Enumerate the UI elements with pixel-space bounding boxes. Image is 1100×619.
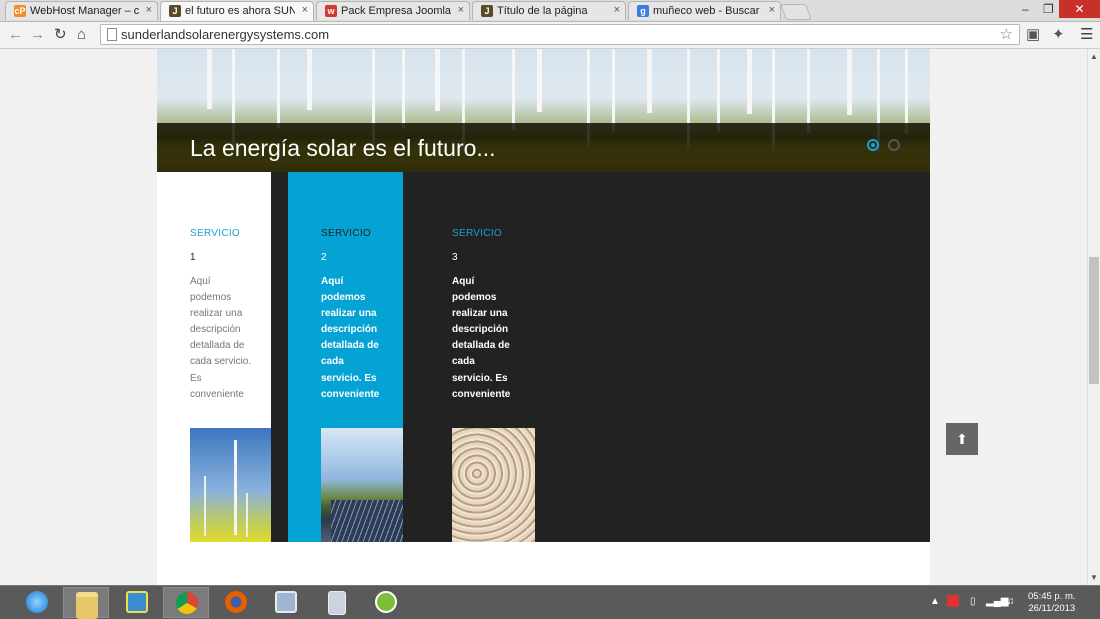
service-number: 1	[190, 252, 196, 263]
service-description: Aquí podemos realizar una descripción de…	[452, 276, 511, 400]
service-title: SERVICIO	[321, 228, 372, 239]
wind-turbines-photo	[190, 428, 271, 542]
service-description: Aquí podemos realizar una descripción de…	[190, 276, 252, 400]
remote-desktop-icon[interactable]	[263, 587, 309, 618]
service-description: Aquí podemos realizar una descripción de…	[321, 276, 380, 400]
browser-toolbar: ← → ↻ ⌂ sunderlandsolarenergysystems.com…	[0, 22, 1100, 49]
solar-panels-photo	[321, 428, 403, 542]
wind-turbine-tower	[807, 49, 810, 133]
tab-title: Título de la página	[497, 5, 588, 17]
tab-titulo-pagina[interactable]: J Título de la página ×	[472, 1, 626, 20]
wind-turbine-tower	[537, 49, 542, 112]
tab-pack-empresa[interactable]: w Pack Empresa Joomla - Hc ×	[316, 1, 470, 20]
tab-title: Pack Empresa Joomla - Hc	[341, 5, 451, 17]
taskbar: ▲ ▯ ▂▄▆ ♫ 05:45 p. m. 26/11/2013	[0, 585, 1100, 619]
page-content: La energía solar es el futuro... SERVICI…	[157, 49, 930, 585]
wind-turbine-tower	[647, 49, 652, 113]
page-scrollbar[interactable]: ▲ ▼	[1087, 49, 1100, 585]
service-item-1[interactable]: SERVICIO 1 Aquí podemos realizar una des…	[190, 172, 271, 542]
joomla-icon: J	[169, 5, 181, 17]
new-tab-button[interactable]	[780, 4, 812, 20]
clock[interactable]: 05:45 p. m. 26/11/2013	[1028, 591, 1076, 615]
tab-title: el futuro es ahora SUNDER	[185, 5, 295, 17]
hero-slider: La energía solar es el futuro...	[157, 49, 930, 172]
address-bar[interactable]: sunderlandsolarenergysystems.com ☆	[100, 24, 1020, 45]
tab-close-icon[interactable]: ×	[146, 4, 152, 16]
slider-dot-1[interactable]	[867, 139, 879, 151]
service-number: 3	[452, 252, 458, 263]
service-title: SERVICIO	[452, 228, 503, 239]
calculator-icon[interactable]	[313, 587, 359, 618]
tab-close-icon[interactable]: ×	[614, 4, 620, 16]
wind-turbine-tower	[747, 49, 752, 114]
tab-webhost-manager[interactable]: cP WebHost Manager – cp80 ×	[5, 1, 158, 20]
wind-turbine-tower	[207, 49, 212, 109]
tray-expand-icon[interactable]: ▲	[930, 596, 940, 607]
scroll-up-icon[interactable]: ▲	[1090, 52, 1098, 61]
tab-strip: cP WebHost Manager – cp80 × J el futuro …	[0, 0, 1100, 22]
wind-turbine-tower	[307, 49, 312, 110]
wind-turbine-tower	[905, 49, 908, 134]
wood-pellets-photo	[452, 428, 535, 542]
file-explorer-icon[interactable]	[63, 587, 109, 619]
page-below-section	[157, 542, 930, 585]
page-viewport: La energía solar es el futuro... SERVICI…	[0, 49, 1087, 585]
chrome-icon[interactable]	[163, 587, 209, 618]
wind-turbine-tower	[612, 49, 615, 131]
page-icon	[107, 28, 117, 41]
reload-icon[interactable]: ↻	[54, 26, 67, 44]
tab-close-icon[interactable]: ×	[769, 4, 775, 16]
window-close-icon[interactable]: ✕	[1059, 0, 1100, 18]
joomla-icon: J	[481, 5, 493, 17]
caption-text: La energía solar es el futuro...	[190, 135, 496, 161]
back-arrow-icon[interactable]: ←	[8, 26, 23, 44]
scroll-thumb[interactable]	[1089, 257, 1099, 384]
clock-date: 26/11/2013	[1028, 603, 1076, 614]
firefox-icon[interactable]	[213, 587, 259, 618]
tab-close-icon[interactable]: ×	[458, 4, 464, 16]
service-title: SERVICIO	[190, 228, 241, 239]
scroll-down-icon[interactable]: ▼	[1090, 573, 1098, 582]
back-to-top-button[interactable]: ⬆	[946, 423, 978, 455]
service-number: 2	[321, 252, 327, 263]
cpanel-icon: cP	[14, 5, 26, 17]
url-text: sunderlandsolarenergysystems.com	[121, 27, 330, 42]
wind-turbine-tower	[435, 49, 440, 111]
extension-icon[interactable]: ✦	[1052, 26, 1065, 44]
wind-turbine-tower	[402, 49, 405, 129]
volume-icon[interactable]: ♫	[1007, 596, 1015, 607]
bookmark-star-icon[interactable]: ☆	[1000, 25, 1013, 43]
service-item-3[interactable]: SERVICIO 3 Aquí podemos realizar una des…	[452, 172, 535, 542]
signal-icon[interactable]: ▂▄▆	[986, 596, 1008, 607]
tab-title: muñeco web - Buscar con	[653, 5, 762, 17]
internet-explorer-icon[interactable]	[14, 587, 60, 618]
home-icon[interactable]: ⌂	[77, 26, 86, 44]
tab-close-icon[interactable]: ×	[302, 4, 308, 16]
window-icon[interactable]: ▣	[1026, 26, 1040, 44]
brand-w-icon: w	[325, 5, 337, 17]
menu-icon[interactable]: ☰	[1080, 26, 1093, 44]
forward-arrow-icon[interactable]: →	[30, 26, 45, 44]
alert-icon[interactable]	[947, 595, 959, 607]
services-section: SERVICIO 1 Aquí podemos realizar una des…	[157, 172, 930, 542]
wind-turbine-tower	[512, 49, 515, 130]
wind-turbine-tower	[717, 49, 720, 132]
tab-muneco-web[interactable]: g muñeco web - Buscar con ×	[628, 1, 781, 20]
tab-el-futuro[interactable]: J el futuro es ahora SUNDER ×	[160, 1, 314, 21]
battery-icon[interactable]: ▯	[970, 596, 976, 607]
service-item-2[interactable]: SERVICIO 2 Aquí podemos realizar una des…	[321, 172, 403, 542]
slider-caption: La energía solar es el futuro...	[157, 123, 930, 172]
restore-icon[interactable]: ❐	[1043, 2, 1054, 16]
notepad-icon[interactable]	[363, 587, 409, 618]
wind-turbine-tower	[847, 49, 852, 115]
minimize-icon[interactable]: –	[1022, 2, 1029, 16]
google-icon: g	[637, 5, 649, 17]
clock-time: 05:45 p. m.	[1028, 591, 1076, 602]
tab-title: WebHost Manager – cp80	[30, 5, 139, 17]
webmatrix-icon[interactable]	[114, 587, 160, 618]
wind-turbine-tower	[277, 49, 280, 128]
slider-dot-2[interactable]	[888, 139, 900, 151]
